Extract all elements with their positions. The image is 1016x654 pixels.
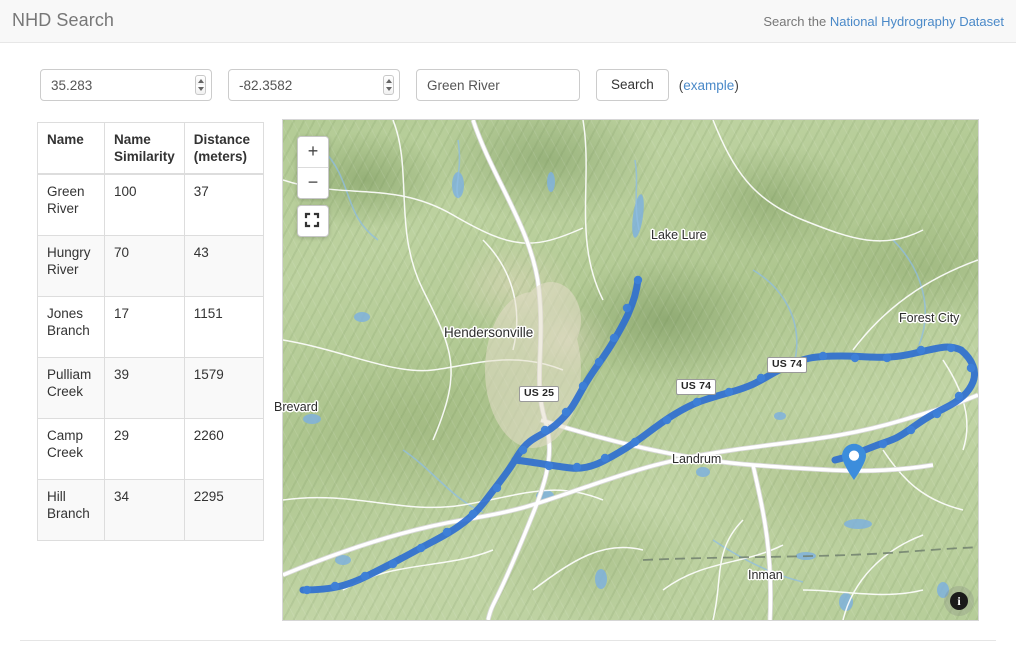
column-header-line1: Name: [114, 132, 151, 147]
table-row[interactable]: Camp Creek 29 2260: [37, 418, 264, 480]
zoom-out-button[interactable]: −: [298, 168, 328, 198]
search-form: Search (example): [40, 69, 739, 101]
cell-similarity: 29: [104, 418, 185, 480]
cell-name: Pulliam Creek: [37, 357, 105, 419]
navbar: NHD Search Search the National Hydrograp…: [0, 0, 1016, 43]
cell-similarity: 39: [104, 357, 185, 419]
form-gap-3: [580, 85, 596, 86]
cell-name: Jones Branch: [37, 296, 105, 358]
page-root: NHD Search Search the National Hydrograp…: [0, 0, 1016, 654]
cell-similarity: 70: [104, 235, 185, 297]
longitude-input[interactable]: [228, 69, 400, 101]
fullscreen-button[interactable]: [297, 205, 329, 237]
map-vector-layer: [283, 120, 978, 620]
latitude-field-wrap: [40, 69, 212, 101]
example-paren-close: ): [734, 77, 739, 93]
cell-name: Hungry River: [37, 235, 105, 297]
latitude-input[interactable]: [40, 69, 212, 101]
footer-divider: [20, 640, 996, 641]
cell-similarity: 100: [104, 173, 185, 236]
column-header-distance: Distance (meters): [183, 122, 264, 175]
stepper-down-icon: [386, 87, 392, 91]
cell-distance: 43: [183, 235, 264, 297]
example-link[interactable]: example: [683, 78, 734, 93]
results-table-head: Name Name Similarity Distance (meters): [37, 122, 264, 175]
zoom-in-button[interactable]: +: [298, 137, 328, 168]
stepper-down-icon: [198, 87, 204, 91]
cell-name: Camp Creek: [37, 418, 105, 480]
map-info-button[interactable]: i: [950, 592, 968, 610]
cell-distance: 2260: [183, 418, 264, 480]
example-wrap: (example): [679, 78, 739, 93]
table-row[interactable]: Jones Branch 17 1151: [37, 296, 264, 358]
table-header-row: Name Name Similarity Distance (meters): [37, 122, 264, 175]
highway-shield-us74-west: US 74: [676, 379, 717, 395]
urban-area: [485, 282, 581, 448]
cell-distance: 2295: [183, 479, 264, 541]
latitude-stepper[interactable]: [195, 75, 206, 95]
column-header-line2: (meters): [193, 149, 248, 164]
cell-distance: 1151: [183, 296, 264, 358]
nhd-link[interactable]: National Hydrography Dataset: [830, 14, 1004, 29]
column-header-line2: Similarity: [114, 149, 175, 164]
form-gap-1: [212, 85, 228, 86]
form-gap-2: [400, 85, 416, 86]
table-row[interactable]: Pulliam Creek 39 1579: [37, 357, 264, 419]
major-roads: [283, 120, 978, 620]
highway-shield-us74-east: US 74: [767, 357, 808, 373]
cell-name: Green River: [37, 173, 105, 236]
results-table-body: Green River 100 37 Hungry River 70 43 Jo…: [37, 173, 264, 541]
highway-shield-us25: US 25: [519, 386, 560, 402]
feature-name-input[interactable]: [416, 69, 580, 101]
cell-name: Hill Branch: [37, 479, 105, 541]
zoom-controls: + −: [297, 136, 329, 199]
navbar-tagline-text: Search the: [763, 14, 830, 29]
cell-similarity: 17: [104, 296, 185, 358]
cell-distance: 1579: [183, 357, 264, 419]
search-button[interactable]: Search: [596, 69, 669, 101]
column-header-similarity: Name Similarity: [104, 122, 185, 175]
navbar-tagline: Search the National Hydrography Dataset: [763, 14, 1004, 29]
minor-roads: [283, 120, 978, 620]
column-header-line1: Name: [47, 132, 84, 147]
stepper-up-icon: [386, 79, 392, 83]
table-row[interactable]: Green River 100 37: [37, 173, 264, 236]
table-row[interactable]: Hill Branch 34 2295: [37, 479, 264, 541]
longitude-field-wrap: [228, 69, 400, 101]
map-canvas[interactable]: + − i: [282, 119, 979, 621]
cell-similarity: 34: [104, 479, 185, 541]
app-title: NHD Search: [12, 10, 115, 30]
results-table: Name Name Similarity Distance (meters) G…: [37, 122, 264, 541]
stepper-up-icon: [198, 79, 204, 83]
river-vertices: [302, 275, 976, 595]
column-header-line1: Distance: [193, 132, 251, 147]
longitude-stepper[interactable]: [383, 75, 394, 95]
fullscreen-icon: [304, 212, 320, 228]
stream-lines: [322, 139, 926, 583]
column-header-name: Name: [37, 122, 105, 175]
table-row[interactable]: Hungry River 70 43: [37, 235, 264, 297]
cell-distance: 37: [183, 173, 264, 236]
